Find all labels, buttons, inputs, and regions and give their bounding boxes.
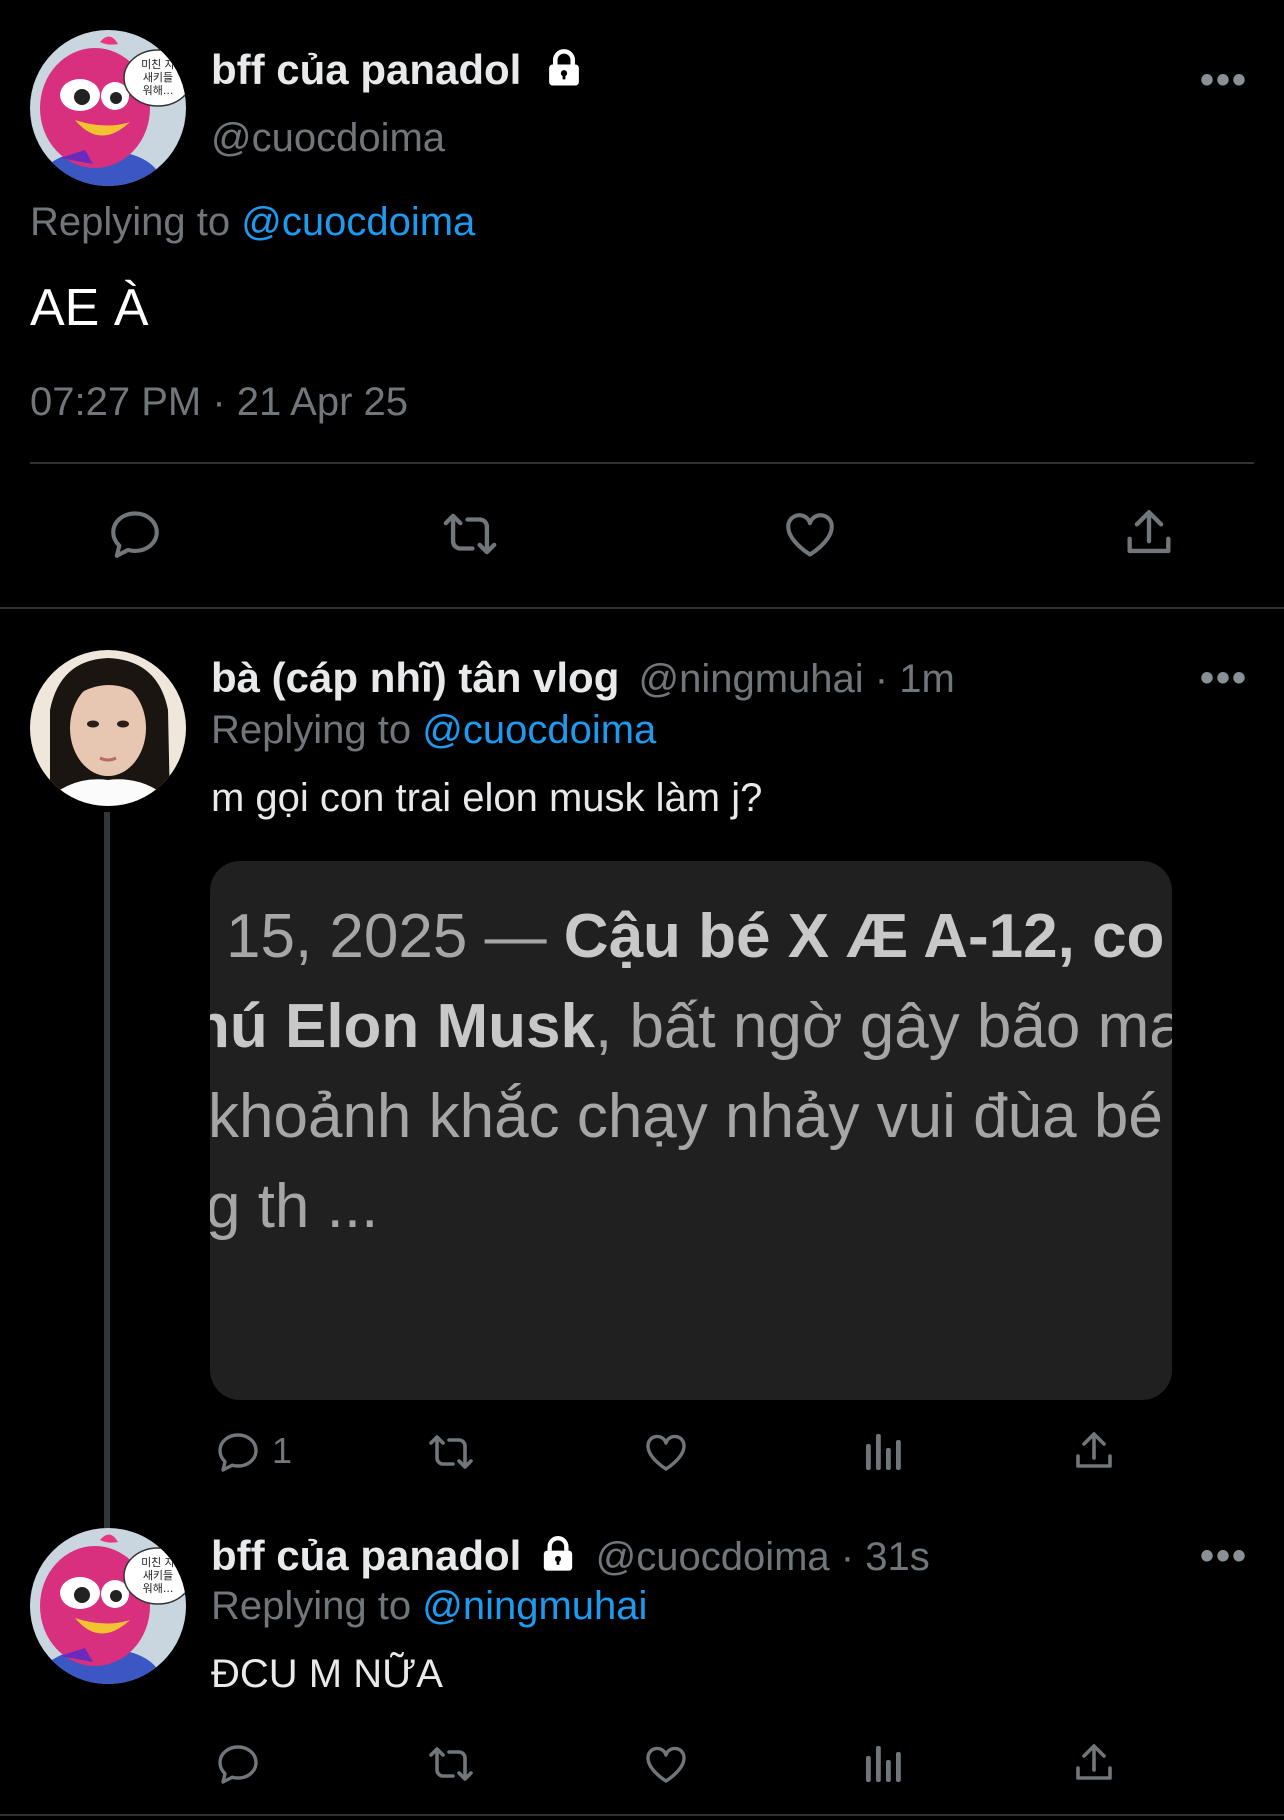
retweet-icon[interactable] <box>438 505 502 563</box>
avatar-image <box>30 30 186 186</box>
reply-icon[interactable] <box>214 1428 262 1476</box>
divider <box>30 462 1254 464</box>
reply-header: bff của panadol @cuocdoima · 31s <box>211 1532 930 1584</box>
replying-to: Replying to @cuocdoima <box>30 200 476 244</box>
reply-header: bà (cáp nhĩ) tân vlog @ningmuhai · 1m <box>211 654 955 702</box>
media-card[interactable]: 15, 2025 — Cậu bé X Æ A-12, co hú Elon M… <box>210 861 1172 1400</box>
replying-to-link[interactable]: @cuocdoima <box>241 200 475 244</box>
views-icon[interactable] <box>858 1428 906 1476</box>
retweet-icon[interactable] <box>424 1428 478 1476</box>
section-divider <box>0 607 1284 609</box>
share-icon[interactable] <box>1120 505 1178 563</box>
replying-to-link[interactable]: @ningmuhai <box>422 1584 647 1628</box>
tweet-text: m gọi con trai elon musk làm j? <box>211 776 763 820</box>
card-line-2: hú Elon Musk, bất ngờ gây bão ma <box>210 992 1172 1061</box>
replying-to-link[interactable]: @cuocdoima <box>422 708 656 752</box>
share-icon[interactable] <box>1070 1740 1118 1788</box>
reply-icon[interactable] <box>106 505 164 563</box>
display-name[interactable]: bff của panadol <box>211 46 585 99</box>
lock-icon <box>538 1534 578 1584</box>
avatar[interactable] <box>30 650 186 806</box>
like-icon[interactable] <box>642 1428 690 1476</box>
card-line-1: 15, 2025 — Cậu bé X Æ A-12, co <box>226 902 1165 971</box>
replying-to: Replying to @ningmuhai <box>211 1584 648 1628</box>
avatar-image <box>30 1528 186 1684</box>
tweet-text: AE À <box>30 279 149 337</box>
like-icon[interactable] <box>642 1740 690 1788</box>
more-icon[interactable]: ••• <box>1200 1534 1248 1579</box>
retweet-icon[interactable] <box>424 1740 478 1788</box>
replying-to: Replying to @cuocdoima <box>211 708 657 752</box>
card-line-4: g th ... <box>210 1172 379 1241</box>
more-icon[interactable]: ••• <box>1200 58 1248 103</box>
handle[interactable]: @cuocdoima <box>211 116 445 161</box>
share-icon[interactable] <box>1070 1428 1118 1476</box>
lock-icon <box>543 47 585 99</box>
more-icon[interactable]: ••• <box>1200 656 1248 701</box>
bottom-divider <box>0 1814 1284 1816</box>
reply-count: 1 <box>272 1430 293 1471</box>
avatar[interactable] <box>30 30 186 186</box>
avatar[interactable] <box>30 1528 186 1684</box>
avatar-image <box>30 650 186 806</box>
display-name[interactable]: bà (cáp nhĩ) tân vlog <box>211 654 619 701</box>
thread-line <box>104 812 110 1528</box>
tweet-text: ĐCU M NỮA <box>211 1652 443 1696</box>
views-icon[interactable] <box>858 1740 906 1788</box>
reply-icon[interactable] <box>214 1740 262 1788</box>
handle-meta[interactable]: @ningmuhai · 1m <box>638 657 954 701</box>
like-icon[interactable] <box>781 505 839 563</box>
timestamp[interactable]: 07:27 PM · 21 Apr 25 <box>30 380 408 425</box>
card-line-3: khoảnh khắc chạy nhảy vui đùa bé <box>210 1082 1163 1151</box>
display-name[interactable]: bff của panadol <box>211 1532 521 1579</box>
handle-meta[interactable]: @cuocdoima · 31s <box>596 1535 930 1579</box>
